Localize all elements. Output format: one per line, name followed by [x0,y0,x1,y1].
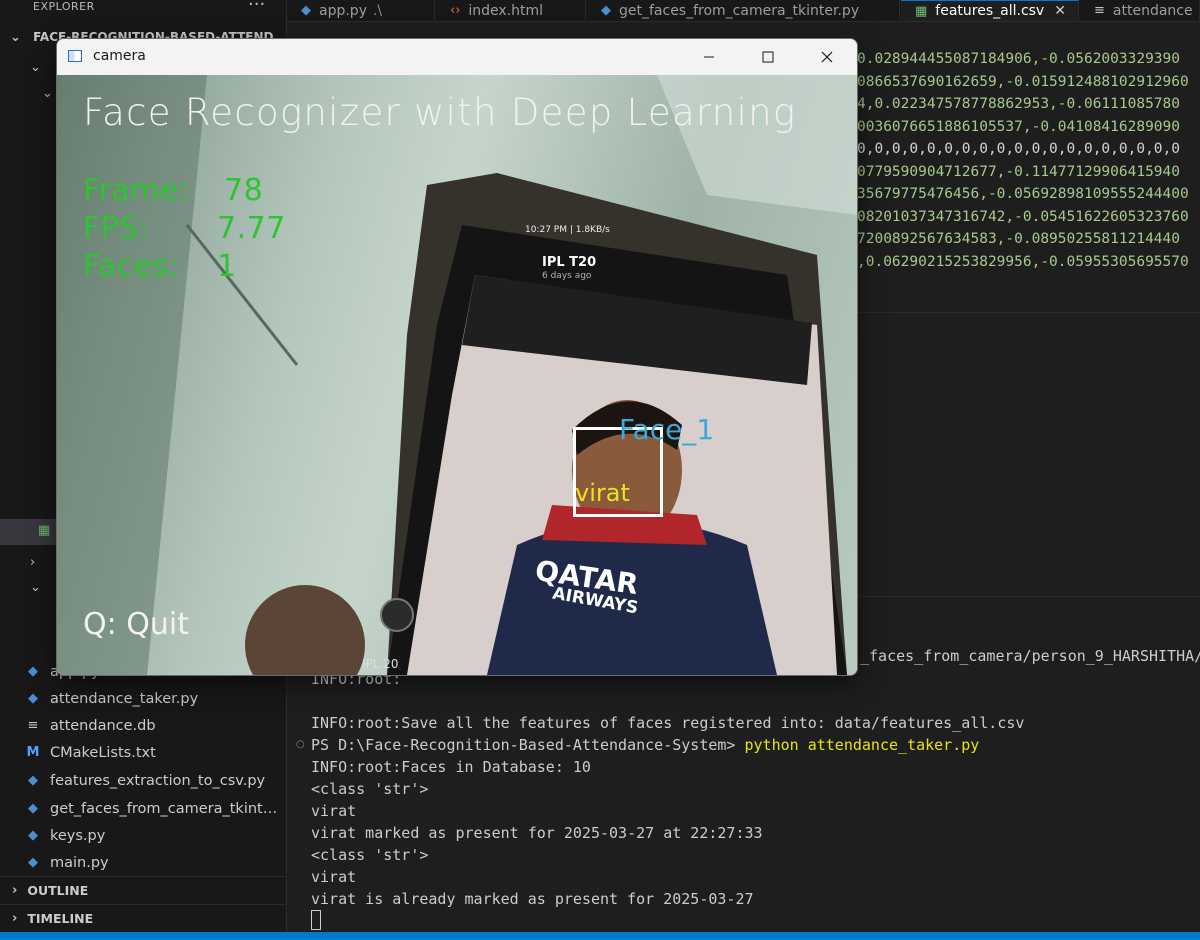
wall-edge [185,224,299,366]
csv-line-zeros: 0,0,0,0,0,0,0,0,0,0,0,0,0,0,0,0,0,0,0 [857,141,1181,157]
python-file-icon: ◆ [28,801,38,816]
terminal-line: INFO:root:Save all the features of faces… [311,714,1025,732]
tab-index-html[interactable]: ‹› index.html [436,0,586,21]
terminal-line: virat [311,868,357,886]
file-item-keys[interactable]: ◆ keys.py [0,822,310,849]
fps-label: FPS: [83,211,150,246]
terminal-partial-line: _faces_from_camera/person_9_HARSHITHA/i [860,647,1200,665]
csv-line: 0.028944455087184906,-0.0562003329390 [857,51,1181,67]
camera-window[interactable]: camera Face Recognizer with Deep Learnin… [56,38,858,676]
file-item-get-faces[interactable]: ◆ get_faces_from_camera_tkinter.py [0,795,310,822]
finger [245,585,365,675]
recognized-name-label: virat [575,479,630,507]
timeline-section-header[interactable]: › TIMELINE [0,904,286,931]
file-item-features-extraction[interactable]: ◆ features_extraction_to_csv.py [0,767,310,794]
wall-shadow [57,75,207,675]
csv-file-icon: ▦ [915,3,928,19]
overlay-title: Face Recognizer with Deep Learning [83,91,797,134]
tab-app-py[interactable]: ◆ app.py .\ [287,0,435,21]
terminal-cursor[interactable] [311,910,321,930]
maximize-button[interactable] [738,39,797,75]
python-file-icon: ◆ [28,664,38,679]
tab-attendance[interactable]: ≡ attendance [1080,0,1200,21]
faces-value: 1 [217,249,237,284]
terminal-command: python attendance_taker.py [744,736,980,754]
list-file-icon: ≡ [27,718,39,733]
python-file-icon: ◆ [601,3,611,18]
phone-bottom-text: IPL 20 [362,657,399,671]
outline-section-header[interactable]: › OUTLINE [0,876,286,903]
lens-button [380,598,414,632]
camera-window-title: camera [93,48,146,64]
tab-get-faces[interactable]: ◆ get_faces_from_camera_tkinter.py [587,0,900,21]
list-file-icon: ≡ [1094,3,1105,18]
command-status-icon[interactable]: ○ [296,739,305,750]
chevron-down-icon[interactable]: ⌄ [42,86,53,101]
explorer-title: EXPLORER [33,0,95,13]
csv-line: 4,0.022347578778862953,-0.06111085780 [857,96,1181,112]
csv-file-icon: ▦ [38,523,51,538]
python-file-icon: ◆ [28,773,38,788]
phone-app-title: IPL T20 [542,255,597,270]
terminal-line: virat marked as present for 2025-03-27 a… [311,824,763,842]
close-window-button[interactable] [797,39,856,75]
phone-status-time: 10:27 PM | 1.8KB/s [525,225,610,235]
python-file-icon: ◆ [28,855,38,870]
chevron-down-icon[interactable]: ⌄ [30,580,41,595]
file-item-main[interactable]: ◆ main.py [0,849,310,876]
csv-line: 0866537690162659,-0.015912488102912960 [857,73,1189,90]
chevron-right-icon: › [12,910,18,926]
csv-line: 0036076651886105537,-0.04108416289090 [857,118,1181,135]
terminal-prompt-line: PS D:\Face-Recognition-Based-Attendance-… [311,736,980,754]
python-file-icon: ◆ [28,828,38,843]
terminal-line: INFO:root:Faces in Database: 10 [311,758,591,776]
chevron-down-icon: ⌄ [10,30,21,45]
python-file-icon: ◆ [28,691,38,706]
python-file-icon: ◆ [301,3,311,18]
editor-divider [857,312,1200,313]
camera-feed: Face Recognizer with Deep Learning Frame… [57,75,857,675]
csv-line: 0779590904712677,-0.11477129906415940 [857,163,1181,180]
minimize-icon [703,56,714,58]
quit-hint: Q: Quit [83,607,189,642]
more-actions-button[interactable]: ··· [248,0,265,15]
chevron-down-icon[interactable]: ⌄ [30,60,41,75]
status-bar [0,932,1200,940]
camera-scene [57,75,857,675]
html-file-icon: ‹› [450,3,461,18]
file-item-attendance-db[interactable]: ≡ attendance.db [0,712,310,739]
face-id-label: Face_1 [619,413,715,446]
maximize-icon [762,51,773,63]
editor-tab-bar: ◆ app.py .\ ‹› index.html ◆ get_faces_fr… [287,0,1200,22]
csv-line: 35679775476456,-0.05692898109555244400 [857,186,1189,202]
csv-line: 7200892567634583,-0.08950255811214440 [857,231,1181,247]
file-item-attendance-taker[interactable]: ◆ attendance_taker.py [0,685,310,712]
close-icon [821,51,832,63]
terminal-line: virat is already marked as present for 2… [311,890,754,908]
chevron-right-icon: › [12,882,18,898]
terminal-line: <class 'str'> [311,846,429,864]
camera-title-bar[interactable]: camera [57,39,857,75]
frame-label: Frame: [83,173,190,208]
file-item-cmakelists[interactable]: M CMakeLists.txt [0,739,310,766]
faces-label: Faces: [83,249,180,284]
terminal-line: <class 'str'> [311,780,429,798]
cmake-file-icon: M [26,745,40,760]
csv-line: ,0.06290215253829956,-0.05955305695570 [857,253,1189,270]
fps-value: 7.77 [217,211,286,246]
app-window-icon [68,50,82,62]
chevron-right-icon[interactable]: › [30,555,35,570]
minimize-button[interactable] [679,39,738,75]
tab-features-all-csv[interactable]: ▦ features_all.csv ✕ [901,0,1079,21]
csv-line: 08201037347316742,-0.05451622605323760 [857,208,1189,225]
frame-value: 78 [224,173,264,208]
phone-app-subtitle: 6 days ago [542,271,592,281]
csv-editor[interactable]: 0.028944455087184906,-0.0562003329390 08… [857,48,1200,300]
close-icon[interactable]: ✕ [1054,3,1066,19]
terminal-line: virat [311,802,357,820]
